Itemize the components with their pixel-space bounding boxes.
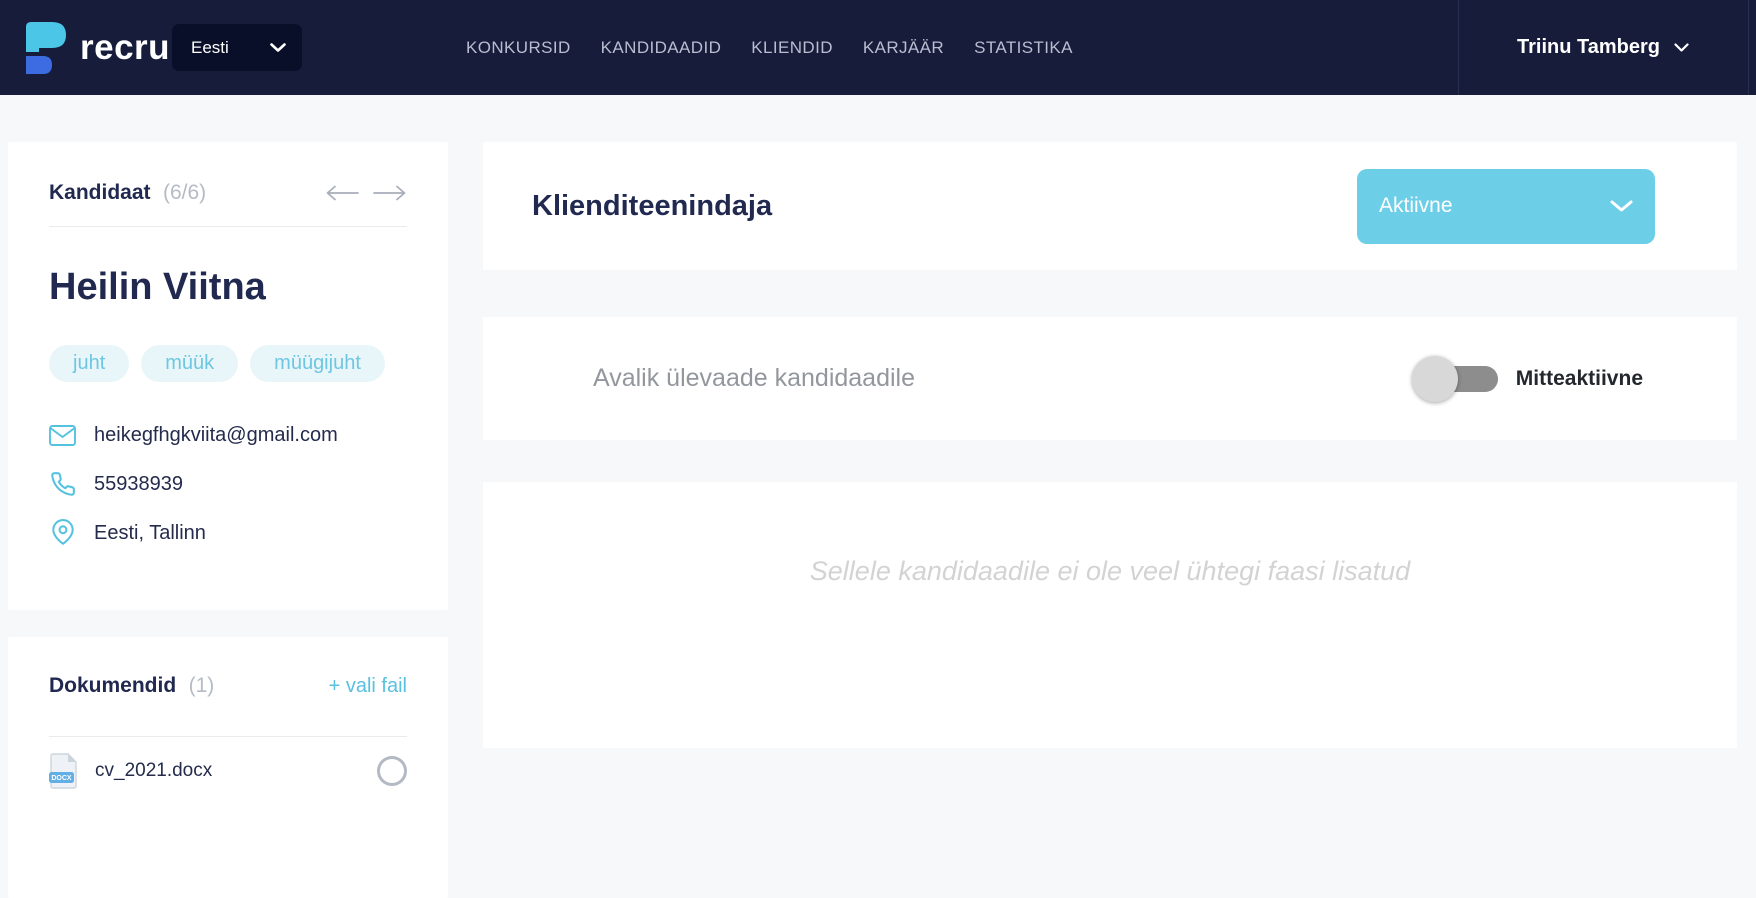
empty-phases-message: Sellele kandidaadile ei ole veel ühtegi … (809, 556, 1411, 586)
candidate-tag: müügijuht (250, 345, 385, 382)
nav-link-statistika[interactable]: STATISTIKA (974, 38, 1073, 58)
arrow-right-icon (373, 185, 407, 201)
public-overview-toggle-group: Mitteaktiivne (1411, 355, 1643, 402)
map-pin-icon (49, 519, 76, 547)
top-navbar: recrur Eesti KONKURSID KANDIDAADID KLIEN… (0, 0, 1756, 95)
public-overview-card: Avalik ülevaade kandidaadile Mitteaktiiv… (483, 317, 1737, 440)
file-select-radio[interactable] (377, 756, 407, 786)
candidate-pager (325, 185, 407, 201)
public-overview-toggle[interactable] (1411, 355, 1498, 402)
docx-file-icon: DOCX (49, 753, 79, 789)
candidate-email-row: heikegfhgkviita@gmail.com (49, 420, 407, 450)
nav-link-kandidaadid[interactable]: KANDIDAADID (601, 38, 722, 58)
user-name: Triinu Tamberg (1517, 36, 1660, 58)
candidate-location-row: Eesti, Tallinn (49, 518, 407, 548)
language-selector[interactable]: Eesti (172, 24, 302, 71)
recrur-logo-text: recrur (80, 27, 185, 67)
phone-icon (49, 471, 76, 497)
candidate-panel-title-group: Kandidaat (6/6) (49, 181, 206, 205)
chevron-down-icon (1674, 43, 1689, 52)
candidate-tag: juht (49, 345, 130, 382)
position-title: Klienditeenindaja (532, 189, 773, 222)
recrur-logo[interactable]: recrur (26, 0, 184, 95)
envelope-icon (49, 424, 76, 446)
documents-counter: (1) (188, 674, 215, 697)
user-menu[interactable]: Triinu Tamberg (1458, 0, 1748, 95)
candidate-phone-row: 55938939 (49, 469, 407, 499)
nav-link-karjaar[interactable]: KARJÄÄR (863, 38, 944, 58)
main-navigation: KONKURSID KANDIDAADID KLIENDID KARJÄÄR S… (466, 0, 1073, 95)
next-candidate-button[interactable] (373, 185, 407, 201)
toggle-knob[interactable] (1411, 355, 1458, 402)
chevron-down-icon (270, 43, 286, 52)
divider (49, 736, 407, 737)
page: recrur Eesti KONKURSID KANDIDAADID KLIEN… (0, 0, 1756, 898)
candidate-counter: (6/6) (162, 181, 207, 204)
candidate-contacts: heikegfhgkviita@gmail.com 55938939 Eesti… (49, 420, 407, 548)
add-file-button[interactable]: + vali fail (329, 675, 407, 698)
candidate-panel-title: Kandidaat (49, 181, 151, 204)
candidate-card: Kandidaat (6/6) Heilin Viitna juht müük … (8, 142, 448, 610)
docx-badge: DOCX (51, 775, 72, 782)
navbar-divider-right (1748, 0, 1749, 95)
documents-card: Dokumendid (1) + vali fail DOCX cv_2021.… (8, 637, 448, 898)
public-overview-label: Avalik ülevaade kandidaadile (593, 364, 915, 392)
language-selected-value: Eesti (191, 37, 229, 57)
candidate-tag: müük (141, 345, 239, 382)
prev-candidate-button[interactable] (325, 185, 359, 201)
file-name: cv_2021.docx (95, 760, 213, 781)
toggle-state-label: Mitteaktiivne (1515, 366, 1643, 390)
candidate-name: Heilin Viitna (49, 266, 266, 308)
candidate-tags: juht müük müügijuht (49, 345, 407, 382)
phases-empty-card: Sellele kandidaadile ei ole veel ühtegi … (483, 482, 1737, 748)
candidate-location: Eesti, Tallinn (94, 521, 206, 544)
candidate-email: heikegfhgkviita@gmail.com (94, 423, 338, 446)
documents-panel-header: Dokumendid (1) + vali fail (49, 667, 407, 705)
status-dropdown[interactable]: Aktiivne (1357, 168, 1655, 244)
recrur-logo-icon (26, 21, 66, 74)
file-row[interactable]: DOCX cv_2021.docx (49, 749, 407, 793)
documents-panel-title-group: Dokumendid (1) (49, 674, 214, 698)
nav-link-konkursid[interactable]: KONKURSID (466, 38, 571, 58)
chevron-down-icon (1610, 200, 1633, 212)
position-header-card: Klienditeenindaja Aktiivne (483, 142, 1737, 270)
nav-link-kliendid[interactable]: KLIENDID (751, 38, 833, 58)
documents-panel-title: Dokumendid (49, 674, 177, 697)
divider (49, 226, 407, 227)
status-selected-value: Aktiivne (1379, 194, 1453, 217)
arrow-left-icon (325, 185, 359, 201)
candidate-phone: 55938939 (94, 472, 183, 495)
candidate-panel-header: Kandidaat (6/6) (49, 174, 407, 212)
